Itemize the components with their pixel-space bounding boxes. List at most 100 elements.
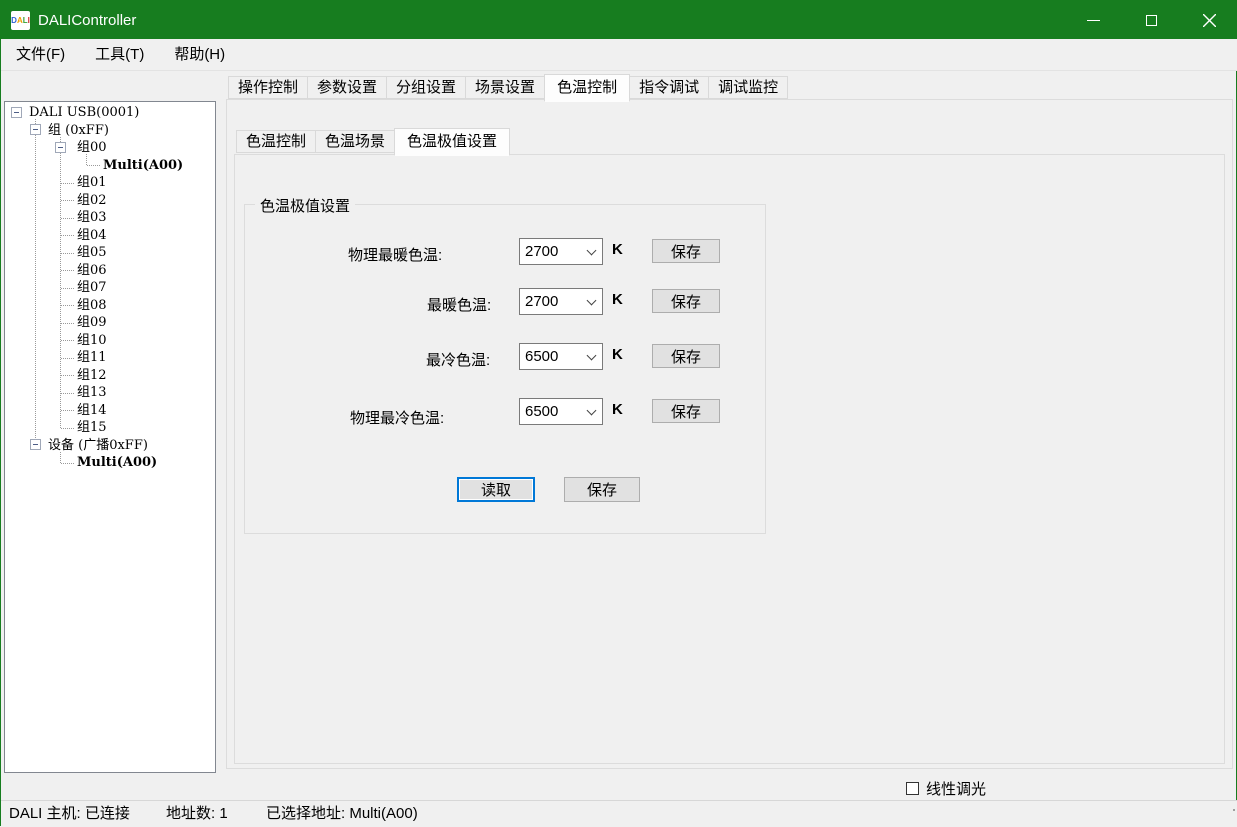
chevron-down-icon [587, 246, 597, 256]
main-tab[interactable]: 分组设置 [386, 76, 466, 99]
tree-node-label: 设备 (广播0xFF) [48, 438, 148, 453]
expand-collapse-icon[interactable] [11, 107, 22, 118]
status-address-count: 地址数: 1 [166, 801, 228, 827]
tree-node-label: Multi(A00) [103, 158, 183, 173]
expand-collapse-icon[interactable] [55, 142, 66, 153]
row-save-button[interactable]: 保存 [652, 344, 720, 368]
field-label: 物理最暖色温: [348, 244, 442, 265]
tree-node[interactable]: 组00 [5, 139, 215, 157]
sub-tabstrip: 色温控制色温场景色温极值设置 [236, 130, 509, 156]
tree-node[interactable]: 组07 [5, 279, 215, 297]
row-save-button[interactable]: 保存 [652, 289, 720, 313]
main-tabstrip: 操作控制参数设置分组设置场景设置色温控制指令调试调试监控 [228, 76, 787, 102]
tree-node-label: 组10 [77, 333, 107, 348]
tree-node[interactable]: 组13 [5, 384, 215, 402]
main-tab[interactable]: 操作控制 [228, 76, 308, 99]
minimize-icon [1087, 20, 1100, 21]
row-save-button[interactable]: 保存 [652, 399, 720, 423]
expand-collapse-icon[interactable] [30, 124, 41, 135]
status-host-connection: DALI 主机: 已连接 [9, 801, 130, 827]
main-tab[interactable]: 参数设置 [307, 76, 387, 99]
tree-node-label: 组13 [77, 385, 107, 400]
sub-tab[interactable]: 色温场景 [315, 130, 395, 153]
sub-tab[interactable]: 色温控制 [236, 130, 316, 153]
maximize-button[interactable] [1122, 1, 1180, 39]
menu-item[interactable]: 帮助(H) [159, 39, 240, 71]
expand-collapse-icon[interactable] [30, 439, 41, 450]
sub-tab[interactable]: 色温极值设置 [394, 128, 510, 156]
chevron-down-icon [587, 351, 597, 361]
tree-node-label: 组00 [77, 140, 107, 155]
tree-node-label: DALI USB(0001) [29, 105, 139, 120]
titlebar: DALI DALIController [1, 1, 1237, 39]
close-icon [1203, 14, 1216, 27]
window-title: DALIController [38, 12, 136, 29]
tree-node[interactable]: 组08 [5, 297, 215, 315]
read-button[interactable]: 读取 [457, 477, 535, 502]
minimize-button[interactable] [1064, 1, 1122, 39]
linear-dimming-checkbox[interactable] [906, 782, 919, 795]
color-temp-combobox[interactable]: 2700 [519, 238, 603, 265]
tree-node[interactable]: 组05 [5, 244, 215, 262]
save-button[interactable]: 保存 [564, 477, 640, 502]
unit-label: K [612, 241, 623, 258]
color-temp-combobox[interactable]: 6500 [519, 343, 603, 370]
groupbox-title: 色温极值设置 [255, 195, 355, 216]
device-tree-panel: DALI USB(0001) 组 (0xFF) 组00 Multi(A00) [4, 101, 216, 773]
combobox-value: 6500 [525, 403, 558, 420]
main-tab[interactable]: 场景设置 [465, 76, 545, 99]
row-save-button[interactable]: 保存 [652, 239, 720, 263]
menu-item[interactable]: 工具(T) [80, 39, 159, 71]
tree-node-label: 组08 [77, 298, 107, 313]
tree-node[interactable]: 设备 (广播0xFF) [5, 437, 215, 455]
statusbar: DALI 主机: 已连接 地址数: 1 已选择地址: Multi(A00) [1, 800, 1237, 827]
color-temp-combobox[interactable]: 6500 [519, 398, 603, 425]
main-tab[interactable]: 调试监控 [708, 76, 788, 99]
tree-node-label: 组09 [77, 315, 107, 330]
tree-node-label: 组 (0xFF) [48, 123, 109, 138]
tree-node-label: 组12 [77, 368, 107, 383]
tree-node-label: 组04 [77, 228, 107, 243]
menu-item[interactable]: 文件(F) [1, 39, 80, 71]
tree-node[interactable]: 组11 [5, 349, 215, 367]
tree-node[interactable]: 组04 [5, 227, 215, 245]
combobox-value: 6500 [525, 348, 558, 365]
close-button[interactable] [1180, 1, 1237, 39]
tree-node[interactable]: 组03 [5, 209, 215, 227]
tree-node[interactable]: Multi(A00) [5, 454, 215, 472]
ct-extreme-groupbox: 色温极值设置 物理最暖色温: 2700 K 保存 最暖色温: 2700 K [244, 204, 766, 534]
tree-node[interactable]: Multi(A00) [5, 157, 215, 175]
tree-node[interactable]: 组10 [5, 332, 215, 350]
unit-label: K [612, 401, 623, 418]
tree-node[interactable]: 组 (0xFF) [5, 122, 215, 140]
field-label: 最冷色温: [426, 349, 490, 370]
combobox-value: 2700 [525, 243, 558, 260]
tree-node-label: 组01 [77, 175, 107, 190]
app-window: { "window": { "title": "DALIController",… [0, 0, 1237, 826]
main-tab[interactable]: 色温控制 [544, 74, 630, 102]
tree-node[interactable]: 组09 [5, 314, 215, 332]
field-label: 最暖色温: [427, 294, 491, 315]
unit-label: K [612, 346, 623, 363]
tree-node[interactable]: 组01 [5, 174, 215, 192]
tree-node-label: 组05 [77, 245, 107, 260]
tree-node[interactable]: 组15 [5, 419, 215, 437]
main-tab[interactable]: 指令调试 [629, 76, 709, 99]
tree-node[interactable]: 组02 [5, 192, 215, 210]
tree-node[interactable]: 组12 [5, 367, 215, 385]
chevron-down-icon [587, 406, 597, 416]
tree-node[interactable]: 组14 [5, 402, 215, 420]
menubar: 文件(F)工具(T)帮助(H) [1, 39, 1237, 71]
tree-node[interactable]: 组06 [5, 262, 215, 280]
tree-node-label: 组11 [77, 350, 107, 365]
tree-node-label: 组03 [77, 210, 107, 225]
maximize-icon [1146, 15, 1157, 26]
status-selected-address: 已选择地址: Multi(A00) [266, 801, 418, 827]
combobox-value: 2700 [525, 293, 558, 310]
tree-node[interactable]: DALI USB(0001) [5, 104, 215, 122]
resize-grip-icon[interactable] [1233, 801, 1235, 803]
tree-node-label: 组06 [77, 263, 107, 278]
field-label: 物理最冷色温: [350, 407, 444, 428]
unit-label: K [612, 291, 623, 308]
color-temp-combobox[interactable]: 2700 [519, 288, 603, 315]
